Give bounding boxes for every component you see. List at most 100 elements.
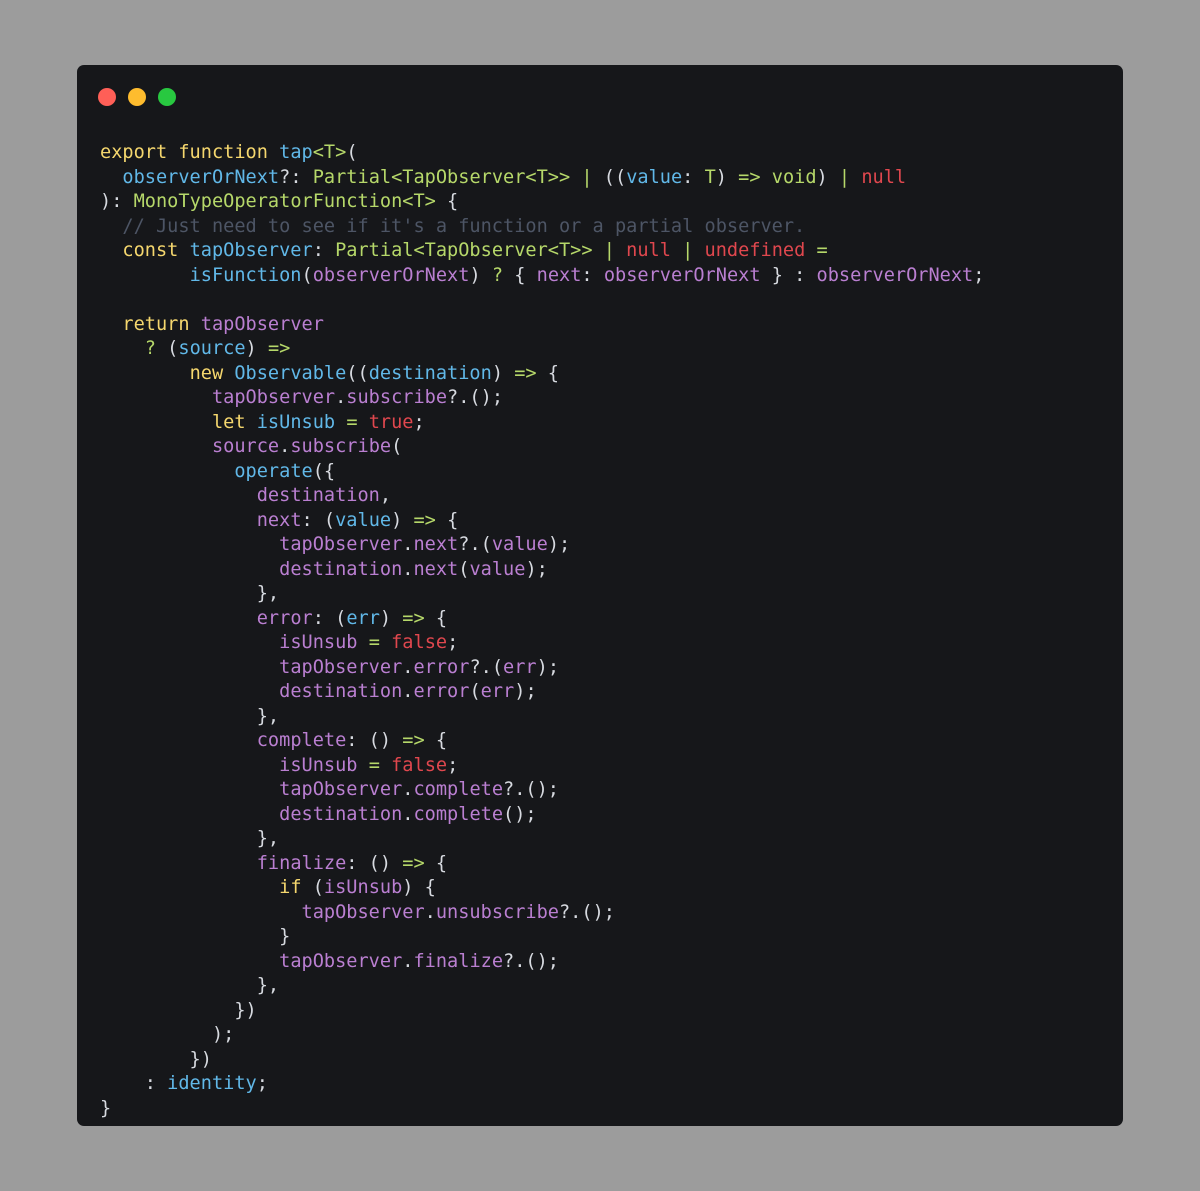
- code-token: tapObserver: [200, 313, 324, 335]
- code-token: .: [402, 779, 414, 800]
- close-button[interactable]: [98, 88, 116, 106]
- code-token: observerOrNext: [816, 264, 974, 286]
- code-token: isUnsub: [279, 754, 358, 776]
- code-token: ?.(: [458, 534, 492, 555]
- code-token: ,: [379, 485, 392, 506]
- code-token: subscribe: [346, 387, 448, 408]
- code-token: undefined: [704, 240, 806, 261]
- code-token: export function: [100, 142, 280, 163]
- code-token: },: [100, 705, 280, 727]
- maximize-button[interactable]: [158, 88, 176, 106]
- code-token: ((: [603, 166, 627, 188]
- code-token: :: [100, 1073, 168, 1094]
- code-token: finalize: [256, 852, 347, 874]
- code-token: (: [312, 877, 324, 898]
- code-line: destination.error(err);: [100, 680, 984, 705]
- code-token: ?: [144, 338, 156, 359]
- code-token: return: [122, 313, 201, 335]
- code-line: let isUnsub = true;: [100, 411, 984, 436]
- code-line: destination,: [100, 484, 984, 509]
- code-line: // Just need to see if it's a function o…: [100, 215, 984, 240]
- code-token: {: [424, 607, 448, 629]
- code-line: export function tap<T>(: [100, 141, 984, 166]
- code-line: source.subscribe(: [100, 435, 984, 460]
- code-token: value: [491, 534, 548, 555]
- code-line: operate({: [100, 460, 984, 485]
- code-token: : (: [301, 509, 336, 531]
- code-token: complete: [413, 779, 504, 800]
- code-token: isUnsub: [279, 632, 358, 653]
- code-token: true: [368, 411, 414, 433]
- code-token: let: [211, 411, 257, 433]
- code-token: complete: [413, 803, 504, 825]
- code-token: :: [312, 240, 336, 261]
- code-token: {: [435, 191, 459, 212]
- code-token: operate: [234, 460, 313, 482]
- code-token: ((: [346, 362, 369, 384]
- code-line: observerOrNext?: Partial<TapObserver<T>>…: [100, 166, 984, 191]
- code-token: |: [570, 166, 604, 188]
- code-line: tapObserver.subscribe?.();: [100, 386, 984, 411]
- window-controls: [98, 88, 176, 106]
- minimize-button[interactable]: [128, 88, 146, 106]
- code-token: ?.();: [558, 901, 615, 923]
- code-line: error: (err) => {: [100, 607, 984, 632]
- code-token: =: [368, 754, 380, 776]
- code-token: =>: [267, 338, 291, 359]
- code-token: =: [368, 632, 380, 653]
- code-token: observerOrNext: [312, 264, 470, 286]
- code-token: .: [402, 558, 414, 580]
- code-line: next: (value) => {: [100, 509, 984, 534]
- code-token: MonoTypeOperatorFunction<T>: [133, 191, 436, 212]
- code-token: );: [100, 1024, 235, 1045]
- code-token: ();: [503, 803, 537, 825]
- code-token: error: [413, 681, 470, 702]
- code-token: }: [100, 1097, 112, 1119]
- code-token: next: [413, 534, 459, 555]
- code-line: },: [100, 974, 984, 999]
- code-token: (: [469, 681, 481, 702]
- code-token: isUnsub: [256, 411, 336, 433]
- code-line: },: [100, 582, 984, 607]
- code-line: return tapObserver: [100, 313, 984, 338]
- code-token: destination: [368, 362, 492, 384]
- code-token: (: [155, 338, 179, 359]
- code-token: =>: [413, 509, 436, 531]
- code-token: false: [391, 754, 448, 776]
- code-block: export function tap<T>( observerOrNext?:…: [100, 141, 984, 1121]
- code-token: .: [402, 681, 414, 702]
- code-token: ): [391, 509, 414, 531]
- code-line: }: [100, 925, 984, 950]
- code-token: ): [245, 338, 268, 359]
- code-token: =>: [738, 166, 761, 188]
- code-token: err: [503, 656, 537, 678]
- code-line: }): [100, 999, 984, 1024]
- code-token: next: [413, 558, 459, 580]
- code-line: new Observable((destination) => {: [100, 362, 984, 387]
- code-token: next: [536, 264, 582, 286]
- code-token: Partial<TapObserver<T>>: [335, 240, 593, 261]
- code-token: {: [424, 852, 448, 874]
- code-token: tapObserver: [279, 534, 403, 555]
- code-token: <T>: [312, 142, 347, 163]
- code-line: tapObserver.unsubscribe?.();: [100, 901, 984, 926]
